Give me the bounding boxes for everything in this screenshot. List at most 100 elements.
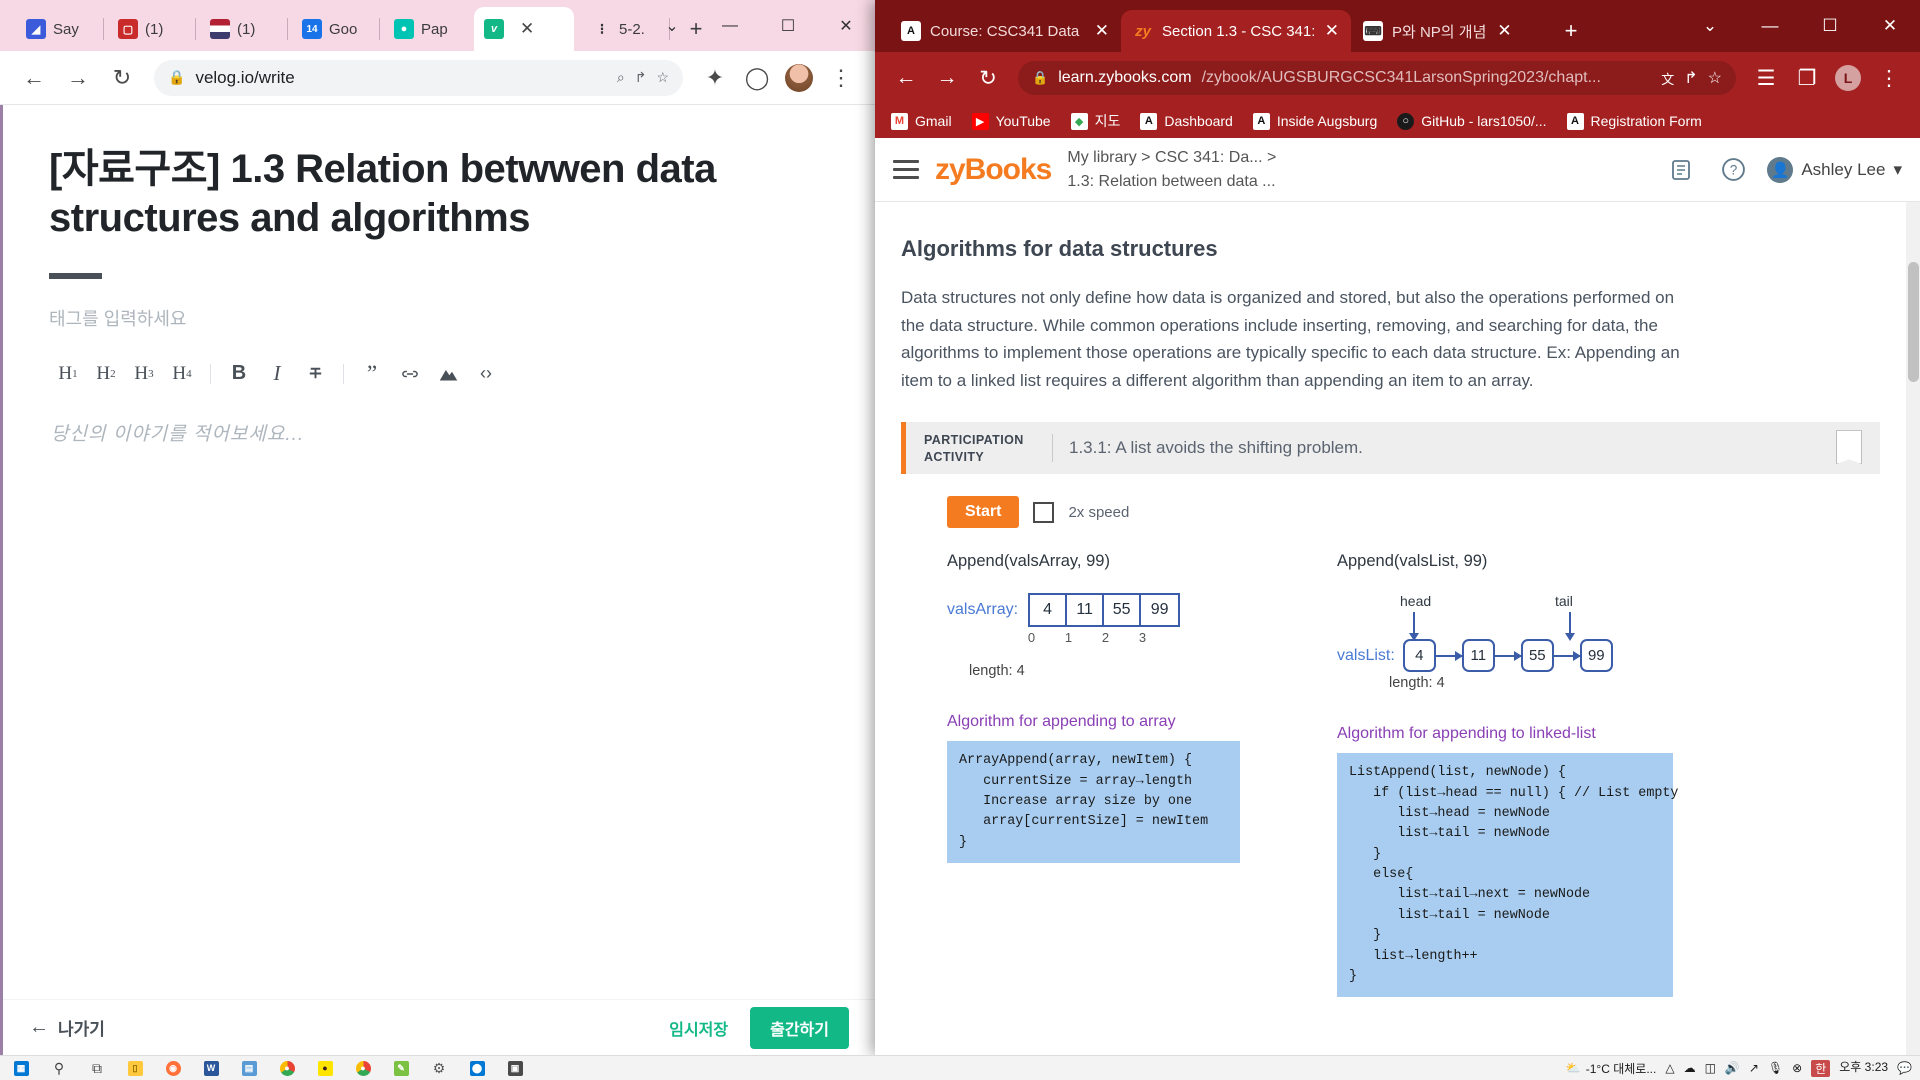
kakaotalk-icon[interactable]: ● — [306, 1056, 344, 1080]
address-bar[interactable]: 🔒 velog.io/write ⌕ ↱ ☆ — [154, 59, 683, 96]
breadcrumb-line-1[interactable]: My library > CSC 341: Da... > — [1067, 146, 1276, 169]
onedrive-icon[interactable]: ☁ — [1684, 1061, 1696, 1075]
file-explorer-icon[interactable]: ▯ — [116, 1056, 154, 1080]
link-button[interactable] — [391, 355, 429, 393]
forward-icon[interactable]: → — [928, 59, 966, 97]
share-icon[interactable]: ↱ — [635, 69, 647, 86]
bookmark-dashboard[interactable]: A Dashboard — [1140, 112, 1233, 130]
close-button[interactable]: ✕ — [817, 0, 875, 51]
speed-checkbox[interactable] — [1033, 501, 1055, 523]
post-body-input[interactable]: 당신의 이야기를 적어보세요... — [49, 393, 829, 446]
network-icon[interactable]: ↗ — [1749, 1061, 1759, 1075]
publish-button[interactable]: 출간하기 — [750, 1006, 849, 1049]
notifications-icon[interactable]: 💬 — [1897, 1061, 1912, 1075]
heading-4-button[interactable]: H4 — [163, 355, 201, 393]
reload-icon[interactable]: ↻ — [102, 58, 142, 98]
reading-list-icon[interactable]: ☰ — [1747, 59, 1785, 97]
ime-indicator[interactable]: 한 — [1811, 1059, 1831, 1077]
heading-2-button[interactable]: H2 — [87, 355, 125, 393]
zybooks-logo[interactable]: zyBooks — [935, 153, 1052, 187]
blockquote-button[interactable]: ” — [353, 355, 391, 393]
chrome-icon-1[interactable]: ● — [268, 1056, 306, 1080]
dropdown-caret-icon[interactable]: ⌄ — [643, 0, 701, 51]
dnd-icon[interactable]: ⊗ — [1792, 1061, 1802, 1075]
bookmark-ribbon-icon[interactable] — [1836, 430, 1862, 465]
share-icon[interactable]: ↱ — [1684, 68, 1697, 88]
avatar[interactable] — [779, 58, 819, 98]
italic-button[interactable]: I — [258, 355, 296, 393]
start-button[interactable]: Start — [947, 496, 1020, 529]
close-button[interactable]: ✕ — [1860, 0, 1920, 52]
maximize-button[interactable]: ☐ — [1800, 0, 1860, 52]
search-icon[interactable]: ⚲ — [40, 1056, 78, 1080]
zoom-icon[interactable]: ⌕ — [617, 69, 625, 86]
hamburger-menu-icon[interactable] — [893, 160, 919, 179]
help-icon[interactable]: ? — [1715, 152, 1751, 188]
new-tab-button[interactable]: + — [1551, 10, 1591, 52]
exit-button[interactable]: ← 나가기 — [29, 1015, 105, 1040]
close-icon[interactable]: ✕ — [1497, 21, 1511, 41]
bookmark-inside-augsburg[interactable]: A Inside Augsburg — [1252, 112, 1377, 130]
paint-icon[interactable]: ✎ — [382, 1056, 420, 1080]
bookmark-star-icon[interactable]: ☆ — [1708, 68, 1722, 88]
browser-tab-p-np[interactable]: ⌨ P와 NP의 개념 ✕ — [1351, 10, 1551, 52]
weather-widget[interactable]: ⛅ -1°C 대체로... — [1566, 1060, 1657, 1077]
firefox-icon[interactable]: ◉ — [154, 1056, 192, 1080]
extensions-icon[interactable]: ✦ — [695, 58, 735, 98]
tag-input[interactable]: 태그를 입력하세요 — [49, 299, 829, 353]
word-icon[interactable]: W — [192, 1056, 230, 1080]
settings-gear-icon[interactable]: ⚙ — [420, 1056, 458, 1080]
post-title-input[interactable]: [자료구조] 1.3 Relation betwwen data structu… — [49, 145, 829, 243]
heading-1-button[interactable]: H1 — [49, 355, 87, 393]
chrome-menu-icon[interactable]: ⋮ — [1870, 59, 1908, 97]
browser-tab-4[interactable]: ● Pap — [384, 7, 470, 51]
dropdown-caret-icon[interactable]: ⌄ — [1680, 0, 1740, 52]
browser-tab-1[interactable]: ▢ (1) — [108, 7, 194, 51]
terminal-icon[interactable]: ▣ — [496, 1056, 534, 1080]
browser-tab-2[interactable]: (1) — [200, 7, 286, 51]
bookmark-maps[interactable]: ◆ 지도 — [1070, 111, 1120, 131]
clock[interactable]: 오후 3:23 — [1839, 1061, 1888, 1074]
bookmark-gmail[interactable]: M Gmail — [891, 112, 952, 130]
bookmark-youtube[interactable]: ▶ YouTube — [971, 112, 1051, 130]
close-icon[interactable]: ✕ — [1325, 21, 1339, 41]
code-button[interactable]: ‹› — [467, 355, 505, 393]
minimize-button[interactable]: — — [1740, 0, 1800, 52]
strikethrough-button[interactable] — [296, 355, 334, 393]
chrome-menu-icon[interactable]: ⋮ — [821, 58, 861, 98]
microphone-icon[interactable]: 🎙 — [1768, 1061, 1783, 1075]
minimize-button[interactable]: — — [701, 0, 759, 51]
browser-tab-section-13[interactable]: zy Section 1.3 - CSC 341: ✕ — [1121, 10, 1351, 52]
bookmark-star-icon[interactable]: ☆ — [656, 69, 669, 86]
task-view-icon[interactable]: ⧉ — [78, 1056, 116, 1080]
temp-save-button[interactable]: 임시저장 — [669, 1016, 728, 1040]
maximize-button[interactable]: ☐ — [759, 0, 817, 51]
battery-icon[interactable]: ◫ — [1705, 1061, 1716, 1075]
browser-tab-velog-write[interactable]: v ✕ — [474, 7, 574, 51]
profile-avatar[interactable]: L — [1829, 59, 1867, 97]
chrome-icon-2[interactable]: ● — [344, 1056, 382, 1080]
side-panel-icon[interactable]: ❐ — [1788, 59, 1826, 97]
volume-icon[interactable]: 🔊 — [1725, 1061, 1740, 1075]
close-icon[interactable]: ✕ — [520, 19, 534, 39]
vscode-icon[interactable]: ⬤ — [458, 1056, 496, 1080]
image-button[interactable] — [429, 355, 467, 393]
scrollbar-thumb[interactable] — [1908, 262, 1919, 382]
bold-button[interactable]: B — [220, 355, 258, 393]
browser-tab-0[interactable]: ◢ Say — [16, 7, 102, 51]
browser-tab-course[interactable]: A Course: CSC341 Data S ✕ — [889, 10, 1121, 52]
tray-expand-icon[interactable]: △ — [1665, 1061, 1674, 1075]
notes-icon[interactable] — [1663, 152, 1699, 188]
forward-icon[interactable]: → — [58, 58, 98, 98]
notepad-icon[interactable]: ▤ — [230, 1056, 268, 1080]
back-icon[interactable]: ← — [887, 59, 925, 97]
breadcrumb-line-2[interactable]: 1.3: Relation between data ... — [1067, 170, 1276, 193]
back-icon[interactable]: ← — [14, 58, 54, 98]
bookmark-github[interactable]: ○ GitHub - lars1050/... — [1397, 112, 1547, 130]
close-icon[interactable]: ✕ — [1095, 21, 1109, 41]
translate-icon[interactable]: 文 — [1661, 69, 1674, 88]
vertical-scrollbar[interactable] — [1906, 202, 1920, 1055]
browser-tab-3[interactable]: 14 Goo — [292, 7, 378, 51]
side-panel-icon[interactable]: ◯ — [737, 58, 777, 98]
reload-icon[interactable]: ↻ — [969, 59, 1007, 97]
